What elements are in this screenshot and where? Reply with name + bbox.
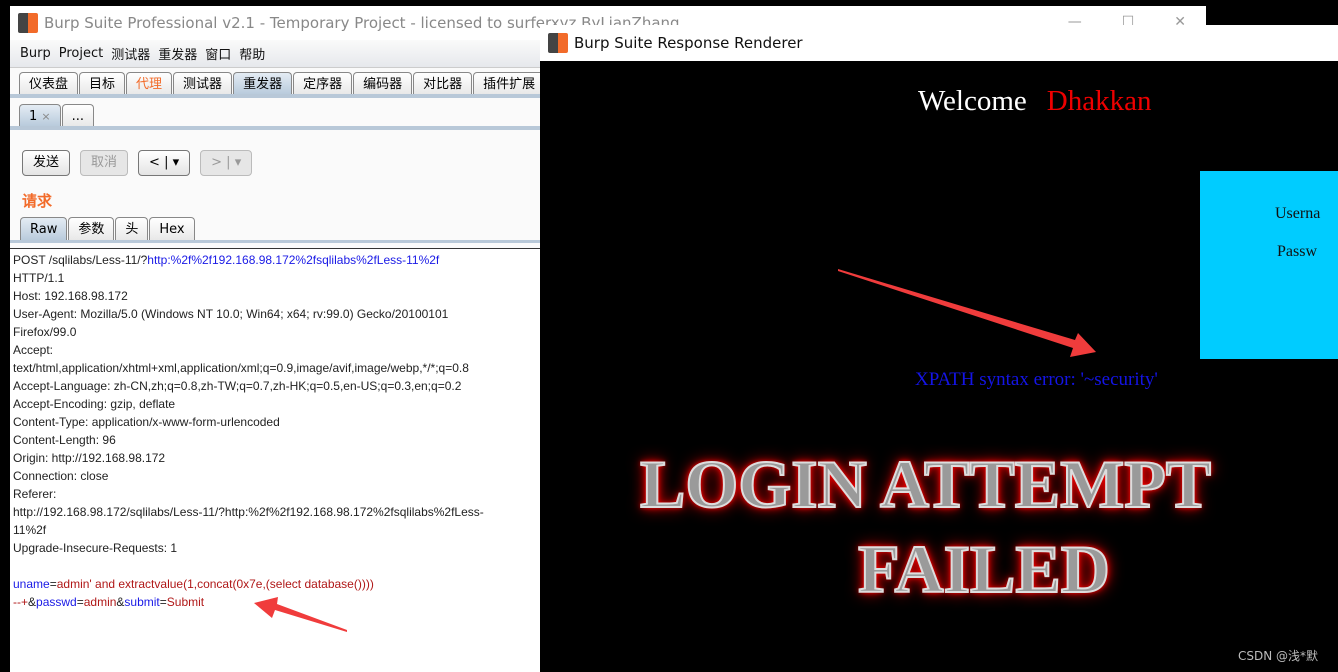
dropdown-icon: ▾ xyxy=(234,155,242,170)
tab-1[interactable]: 目标 xyxy=(79,72,126,94)
param-value: --+ xyxy=(13,595,28,609)
editor-tab-3[interactable]: Hex xyxy=(149,217,195,240)
tab-8[interactable]: 插件扩展 xyxy=(473,72,546,94)
request-header-line: Connection: close xyxy=(13,469,109,483)
request-path: POST /sqlilabs/Less-11/? xyxy=(13,253,148,267)
request-header-line: Referer: xyxy=(13,487,57,501)
request-header-line: Accept-Language: zh-CN,zh;q=0.8,zh-TW;q=… xyxy=(13,379,462,393)
welcome-label: Welcome xyxy=(918,85,1027,117)
response-renderer-window: Burp Suite Response Renderer Welcome Dhak… xyxy=(540,25,1338,672)
editor-tab-2[interactable]: 头 xyxy=(115,217,149,240)
request-header-line: Content-Length: 96 xyxy=(13,433,116,447)
tab-6[interactable]: 编码器 xyxy=(353,72,413,94)
cancel-button[interactable]: 取消 xyxy=(80,150,129,176)
param-value: admin xyxy=(83,595,117,609)
tab-5[interactable]: 定序器 xyxy=(293,72,353,94)
request-header-line: text/html,application/xhtml+xml,applicat… xyxy=(13,361,469,375)
menu-item-5[interactable]: 帮助 xyxy=(239,44,265,63)
request-header-line: Accept-Encoding: gzip, deflate xyxy=(13,397,176,411)
request-header-line: Origin: http://192.168.98.172 xyxy=(13,451,166,465)
amp: & xyxy=(28,595,37,609)
burp-logo-icon xyxy=(548,33,568,53)
tab-4[interactable]: 重发器 xyxy=(233,72,293,94)
renderer-title-bar: Burp Suite Response Renderer xyxy=(540,25,1338,61)
editor-tab-1[interactable]: 参数 xyxy=(68,217,115,240)
request-header-line: Content-Type: application/x-www-form-url… xyxy=(13,415,280,429)
menu-item-1[interactable]: Project xyxy=(59,46,103,61)
dropdown-icon: ▾ xyxy=(172,155,180,170)
tab-3[interactable]: 测试器 xyxy=(173,72,233,94)
request-editor[interactable]: POST /sqlilabs/Less-11/?http:%2f%2f192.1… xyxy=(10,248,540,672)
welcome-text: Welcome Dhakkan xyxy=(918,85,1151,118)
request-header-line: Firefox/99.0 xyxy=(13,325,77,339)
request-header-line: Host: 192.168.98.172 xyxy=(13,289,128,303)
menu-item-0[interactable]: Burp xyxy=(20,46,51,61)
param-value: Submit xyxy=(166,595,205,609)
login-failed-line1: LOGIN ATTEMPT xyxy=(639,445,1212,523)
forward-arrow-icon: > xyxy=(211,155,223,170)
xpath-error: XPATH syntax error: '~security' xyxy=(915,369,1158,390)
tab-label: 1 xyxy=(29,109,38,124)
tab-7[interactable]: 对比器 xyxy=(413,72,473,94)
password-label: Passw xyxy=(1277,243,1318,260)
renderer-title: Burp Suite Response Renderer xyxy=(574,34,803,52)
param-name: submit xyxy=(124,595,160,609)
tab-2[interactable]: 代理 xyxy=(126,72,173,94)
back-arrow-icon: < xyxy=(149,155,160,170)
menu-item-3[interactable]: 重发器 xyxy=(158,44,197,63)
eq: = xyxy=(49,577,57,591)
tab-0[interactable]: 仪表盘 xyxy=(19,72,79,94)
eq: = xyxy=(76,595,84,609)
welcome-name: Dhakkan xyxy=(1046,85,1152,117)
send-button[interactable]: 发送 xyxy=(22,150,71,176)
editor-tab-0[interactable]: Raw xyxy=(20,217,68,240)
forward-button[interactable]: > | ▾ xyxy=(200,150,253,176)
watermark: CSDN @浅*默 xyxy=(1237,649,1318,663)
menu-item-2[interactable]: 测试器 xyxy=(111,44,150,63)
request-line: POST /sqlilabs/Less-11/?http:%2f%2f192.1… xyxy=(13,251,537,269)
request-header-line: http://192.168.98.172/sqlilabs/Less-11/?… xyxy=(13,505,484,519)
request-header-line: User-Agent: Mozilla/5.0 (Windows NT 10.0… xyxy=(13,307,449,321)
login-form: Userna Passw xyxy=(1200,171,1338,359)
request-header-line: Accept: xyxy=(13,343,54,357)
request-query: http:%2f%2f192.168.98.172%2fsqlilabs%2fL… xyxy=(147,253,440,267)
username-label: Userna xyxy=(1275,205,1321,222)
close-tab-icon[interactable]: × xyxy=(41,110,50,123)
request-body: uname=admin' and extractvalue(1,concat(0… xyxy=(13,575,537,611)
request-header-line: 11%2f xyxy=(13,523,47,537)
burp-logo-icon xyxy=(18,13,38,33)
request-header-line: Upgrade-Insecure-Requests: 1 xyxy=(13,541,178,555)
eq: = xyxy=(159,595,167,609)
back-button[interactable]: < | ▾ xyxy=(138,150,191,176)
param-name: uname xyxy=(13,577,50,591)
login-failed-line2: FAILED xyxy=(857,530,1111,608)
param-value: admin' and extractvalue(1,concat(0x7e,(s… xyxy=(56,577,374,591)
request-header-line: HTTP/1.1 xyxy=(13,271,65,285)
repeater-tab-1[interactable]: 1 × xyxy=(19,104,61,126)
new-tab-button[interactable]: ... xyxy=(61,104,95,126)
param-name: passwd xyxy=(36,595,77,609)
menu-item-4[interactable]: 窗口 xyxy=(205,44,231,63)
